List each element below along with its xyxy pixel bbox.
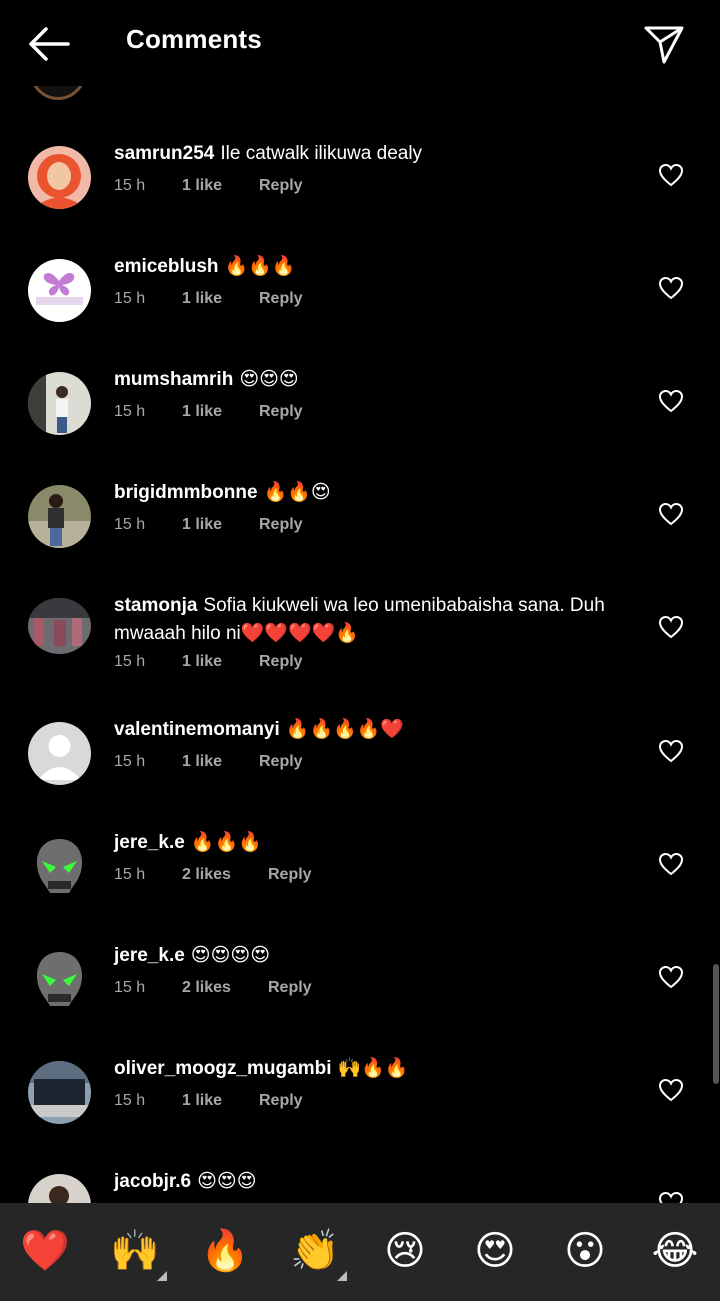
comment-username[interactable]: valentinemomanyi	[114, 719, 280, 740]
clapping-emoji-button[interactable]: 👏	[287, 1223, 347, 1281]
comment-body: 🔥🔥😍	[263, 482, 331, 503]
comment-text: jacobjr.6 😍😍😍	[114, 1168, 644, 1196]
comment-time: 15 h	[114, 516, 146, 533]
comment-body: 😍😍😍😍	[190, 945, 271, 966]
comment-time: 15 h	[114, 866, 146, 883]
raised-hands-emoji-button[interactable]: 🙌	[107, 1223, 167, 1281]
comment-text: samrun254 Ile catwalk ilikuwa dealy	[114, 140, 644, 168]
reply-button[interactable]: Reply	[268, 979, 312, 997]
like-heart-icon[interactable]	[658, 739, 684, 763]
comment-time: 15 h	[114, 753, 146, 770]
reply-button[interactable]: Reply	[259, 290, 303, 308]
comment-likes[interactable]: 2 likes	[182, 979, 231, 997]
reaction-emoji: 😮	[564, 1228, 606, 1274]
comment-time: 15 h	[114, 979, 146, 996]
comment-time: 15 h	[114, 177, 146, 194]
reply-button[interactable]: Reply	[268, 866, 312, 884]
fire-emoji-button[interactable]: 🔥	[197, 1223, 253, 1279]
avatar[interactable]	[28, 835, 91, 898]
reaction-emoji: 🙌	[110, 1228, 160, 1274]
comment-body: Ile catwalk ilikuwa dealy	[220, 143, 423, 164]
scrollbar[interactable]	[713, 964, 719, 1084]
comment-likes[interactable]: 1 like	[182, 403, 222, 421]
laughing-emoji-button[interactable]: 😂	[647, 1223, 703, 1279]
like-heart-icon[interactable]	[658, 163, 684, 187]
avatar[interactable]	[28, 722, 91, 785]
avatar[interactable]	[28, 598, 91, 654]
comment-text: stamonja Sofia kiukweli wa leo umenibabai…	[114, 592, 644, 648]
comment-body: 🔥🔥🔥	[190, 832, 262, 853]
comment-likes[interactable]: 1 like	[182, 753, 222, 771]
comment-text: emiceblush 🔥🔥🔥	[114, 253, 644, 281]
comment-username[interactable]: jere_k.e	[114, 832, 185, 853]
comment-body: 😍😍😍	[197, 1171, 257, 1192]
comment-text: jere_k.e 🔥🔥🔥	[114, 829, 644, 857]
like-heart-icon[interactable]	[658, 1078, 684, 1102]
page-title: Comments	[126, 24, 262, 54]
comment-text: jere_k.e 😍😍😍😍	[114, 942, 644, 970]
comment-username[interactable]: stamonja	[114, 595, 197, 616]
reaction-emoji: 😂	[651, 1228, 699, 1274]
back-arrow-icon[interactable]	[26, 24, 72, 64]
comment-username[interactable]: mumshamrih	[114, 369, 233, 390]
comment-text: brigidmmbonne 🔥🔥😍	[114, 479, 644, 507]
reaction-emoji: 👏	[290, 1228, 340, 1274]
like-heart-icon[interactable]	[658, 276, 684, 300]
comment-likes[interactable]: 1 like	[182, 653, 222, 671]
comment-text: valentinemomanyi 🔥🔥🔥🔥❤️	[114, 716, 644, 744]
comment-body: 🙌🔥🔥	[337, 1058, 409, 1079]
comment-likes[interactable]: 1 like	[182, 290, 222, 308]
reply-button[interactable]: Reply	[259, 177, 303, 195]
comment-time: 15 h	[114, 403, 146, 420]
crying-emoji-button[interactable]: 😢	[377, 1223, 433, 1279]
header-bar: Comments	[0, 0, 720, 86]
reaction-emoji: 😢	[384, 1228, 426, 1274]
surprised-emoji-button[interactable]: 😮	[557, 1223, 613, 1279]
avatar[interactable]	[28, 146, 91, 209]
like-heart-icon[interactable]	[658, 389, 684, 413]
comment-time: 15 h	[114, 653, 146, 670]
comment-body: 😍😍😍	[239, 369, 299, 390]
comment-time: 15 h	[114, 290, 146, 307]
paper-plane-icon[interactable]	[642, 22, 686, 66]
like-heart-icon[interactable]	[658, 615, 684, 639]
heart-eyes-emoji-button[interactable]: 😍	[467, 1223, 523, 1279]
avatar[interactable]	[28, 948, 91, 1011]
comment-text: oliver_moogz_mugambi 🙌🔥🔥	[114, 1055, 644, 1083]
avatar[interactable]	[28, 485, 91, 548]
comment-body: 🔥🔥🔥🔥❤️	[285, 719, 405, 740]
comment-likes[interactable]: 1 like	[182, 1092, 222, 1110]
skin-tone-indicator	[337, 1271, 347, 1281]
reply-button[interactable]: Reply	[259, 653, 303, 671]
reply-button[interactable]: Reply	[259, 1092, 303, 1110]
reply-button[interactable]: Reply	[259, 516, 303, 534]
reply-button[interactable]: Reply	[259, 403, 303, 421]
reaction-emoji: 😍	[474, 1228, 516, 1274]
comment-username[interactable]: emiceblush	[114, 256, 219, 277]
skin-tone-indicator	[157, 1271, 167, 1281]
comment-likes[interactable]: 1 like	[182, 177, 222, 195]
comment-body: 🔥🔥🔥	[224, 256, 296, 277]
comment-likes[interactable]: 2 likes	[182, 866, 231, 884]
comment-username[interactable]: samrun254	[114, 143, 214, 164]
comment-username[interactable]: jacobjr.6	[114, 1171, 191, 1192]
reaction-emoji: ❤️	[20, 1228, 70, 1274]
comment-username[interactable]: brigidmmbonne	[114, 482, 258, 503]
comment-text: mumshamrih 😍😍😍	[114, 366, 644, 394]
comment-username[interactable]: oliver_moogz_mugambi	[114, 1058, 332, 1079]
avatar[interactable]	[28, 259, 91, 322]
quick-reaction-bar: ❤️ 🙌 🔥 👏 😢 😍 😮 😂	[0, 1203, 720, 1301]
avatar[interactable]	[28, 1061, 91, 1124]
comment-time: 15 h	[114, 1092, 146, 1109]
comment-username[interactable]: jere_k.e	[114, 945, 185, 966]
reply-button[interactable]: Reply	[259, 753, 303, 771]
reaction-emoji: 🔥	[200, 1228, 250, 1274]
avatar[interactable]	[28, 372, 91, 435]
like-heart-icon[interactable]	[658, 965, 684, 989]
like-heart-icon[interactable]	[658, 852, 684, 876]
comment-likes[interactable]: 1 like	[182, 516, 222, 534]
heart-emoji-button[interactable]: ❤️	[17, 1223, 73, 1279]
like-heart-icon[interactable]	[658, 502, 684, 526]
